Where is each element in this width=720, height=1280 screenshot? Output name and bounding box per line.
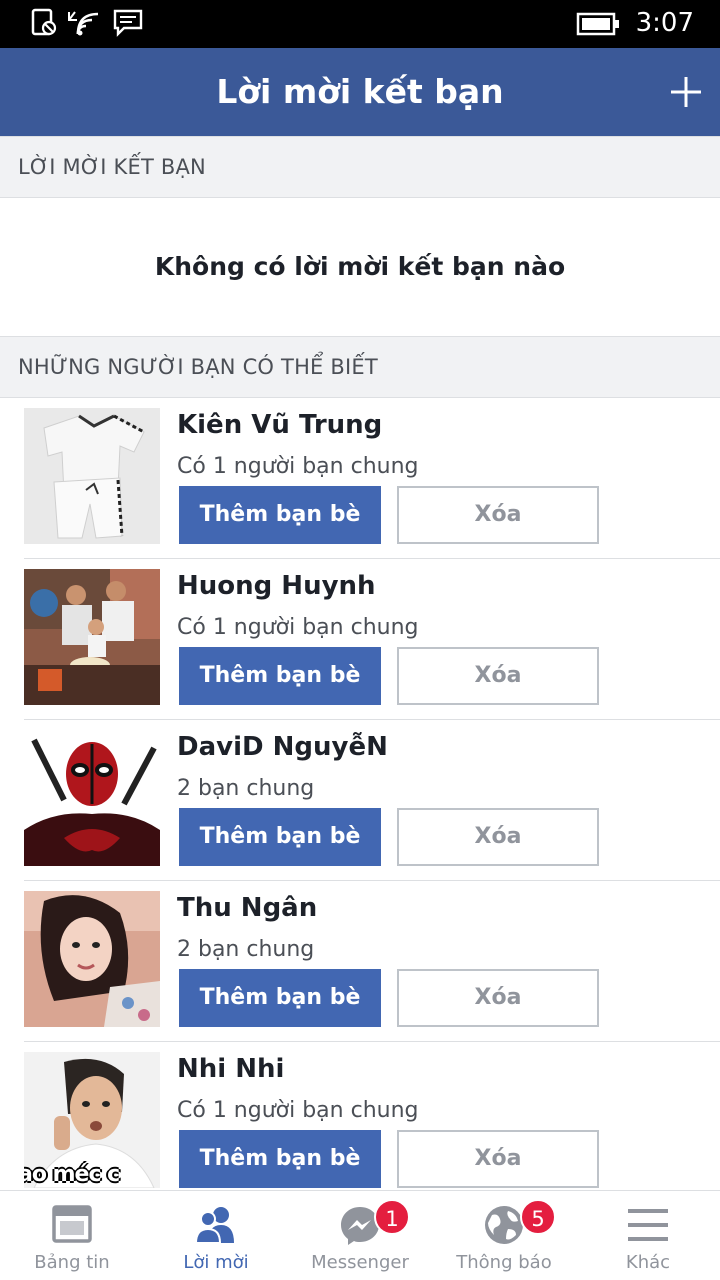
- requests-section-header: LỜI MỜI KẾT BẠN: [0, 136, 720, 198]
- mutual-friends: 2 bạn chung: [177, 937, 315, 962]
- tab-label: Messenger: [311, 1252, 409, 1273]
- battery-icon: [576, 12, 619, 36]
- avatar[interactable]: [24, 408, 160, 544]
- friend-requests-icon: [194, 1207, 234, 1244]
- person-name[interactable]: Kiên Vũ Trung: [177, 410, 382, 440]
- tab-label: Khác: [625, 1252, 671, 1273]
- mutual-friends: Có 1 người bạn chung: [177, 615, 419, 640]
- list-item: Thu Ngân 2 bạn chung Thêm bạn bè Xóa: [0, 881, 720, 1042]
- bottom-tab-bar: Bảng tin Lời mời 1 Messenger 5 Thông báo: [0, 1190, 720, 1280]
- remove-button[interactable]: Xóa: [397, 969, 599, 1027]
- remove-button[interactable]: Xóa: [397, 486, 599, 544]
- suggestions-heading: NHỮNG NGƯỜI BẠN CÓ THỂ BIẾT: [18, 355, 378, 379]
- remove-button[interactable]: Xóa: [397, 1130, 599, 1188]
- tab-notifications[interactable]: 5 Thông báo: [432, 1191, 576, 1280]
- page-title: Lời mời kết bạn: [216, 72, 504, 111]
- mutual-friends: Có 1 người bạn chung: [177, 454, 419, 479]
- add-friend-button[interactable]: Thêm bạn bè: [179, 486, 381, 544]
- person-name[interactable]: Huong Huynh: [177, 571, 376, 601]
- news-feed-icon: [52, 1205, 92, 1243]
- remove-button[interactable]: Xóa: [397, 808, 599, 866]
- list-item: Kiên Vũ Trung Có 1 người bạn chung Thêm …: [0, 398, 720, 559]
- add-friend-button[interactable]: Thêm bạn bè: [179, 647, 381, 705]
- tab-messenger[interactable]: 1 Messenger: [288, 1191, 432, 1280]
- avatar[interactable]: [24, 569, 160, 705]
- add-friend-button[interactable]: Thêm bạn bè: [179, 1130, 381, 1188]
- tab-label: Thông báo: [456, 1252, 552, 1273]
- plus-icon[interactable]: [668, 74, 704, 110]
- list-item: ao méc c Nhi Nhi Có 1 người bạn chung Th…: [0, 1042, 720, 1203]
- list-item: Huong Huynh Có 1 người bạn chung Thêm bạ…: [0, 559, 720, 720]
- empty-requests-message: Không có lời mời kết bạn nào: [0, 198, 720, 336]
- message-notification-icon: [113, 9, 143, 37]
- tab-label: Bảng tin: [34, 1252, 110, 1273]
- silent-mode-icon: [31, 8, 57, 36]
- tab-friend-requests[interactable]: Lời mời: [144, 1191, 288, 1280]
- wifi-icon: [68, 11, 99, 36]
- suggestions-list: Kiên Vũ Trung Có 1 người bạn chung Thêm …: [0, 398, 720, 1203]
- suggestions-section-header: NHỮNG NGƯỜI BẠN CÓ THỂ BIẾT: [0, 336, 720, 398]
- tab-label: Lời mời: [183, 1252, 249, 1273]
- person-name[interactable]: DaviD NguyễN: [177, 732, 388, 762]
- avatar-caption: ao méc c: [24, 1162, 120, 1187]
- person-name[interactable]: Thu Ngân: [177, 893, 317, 923]
- avatar[interactable]: [24, 891, 160, 1027]
- tab-news-feed[interactable]: Bảng tin: [0, 1191, 144, 1280]
- tab-more[interactable]: Khác: [576, 1191, 720, 1280]
- remove-button[interactable]: Xóa: [397, 647, 599, 705]
- avatar[interactable]: ao méc c: [24, 1052, 160, 1188]
- avatar[interactable]: [24, 730, 160, 866]
- person-name[interactable]: Nhi Nhi: [177, 1054, 284, 1084]
- requests-heading: LỜI MỜI KẾT BẠN: [18, 155, 206, 179]
- messenger-badge: 1: [374, 1199, 410, 1235]
- globe-notifications-icon: [485, 1206, 523, 1244]
- app-header: Lời mời kết bạn: [0, 48, 720, 136]
- empty-text: Không có lời mời kết bạn nào: [154, 252, 566, 281]
- add-friend-button[interactable]: Thêm bạn bè: [179, 969, 381, 1027]
- menu-icon: [628, 1209, 668, 1241]
- mutual-friends: 2 bạn chung: [177, 776, 315, 801]
- clock: 3:07: [635, 8, 694, 38]
- status-bar: 3:07: [0, 0, 720, 48]
- add-friend-button[interactable]: Thêm bạn bè: [179, 808, 381, 866]
- mutual-friends: Có 1 người bạn chung: [177, 1098, 419, 1123]
- notifications-badge: 5: [520, 1199, 556, 1235]
- list-item: DaviD NguyễN 2 bạn chung Thêm bạn bè Xóa: [0, 720, 720, 881]
